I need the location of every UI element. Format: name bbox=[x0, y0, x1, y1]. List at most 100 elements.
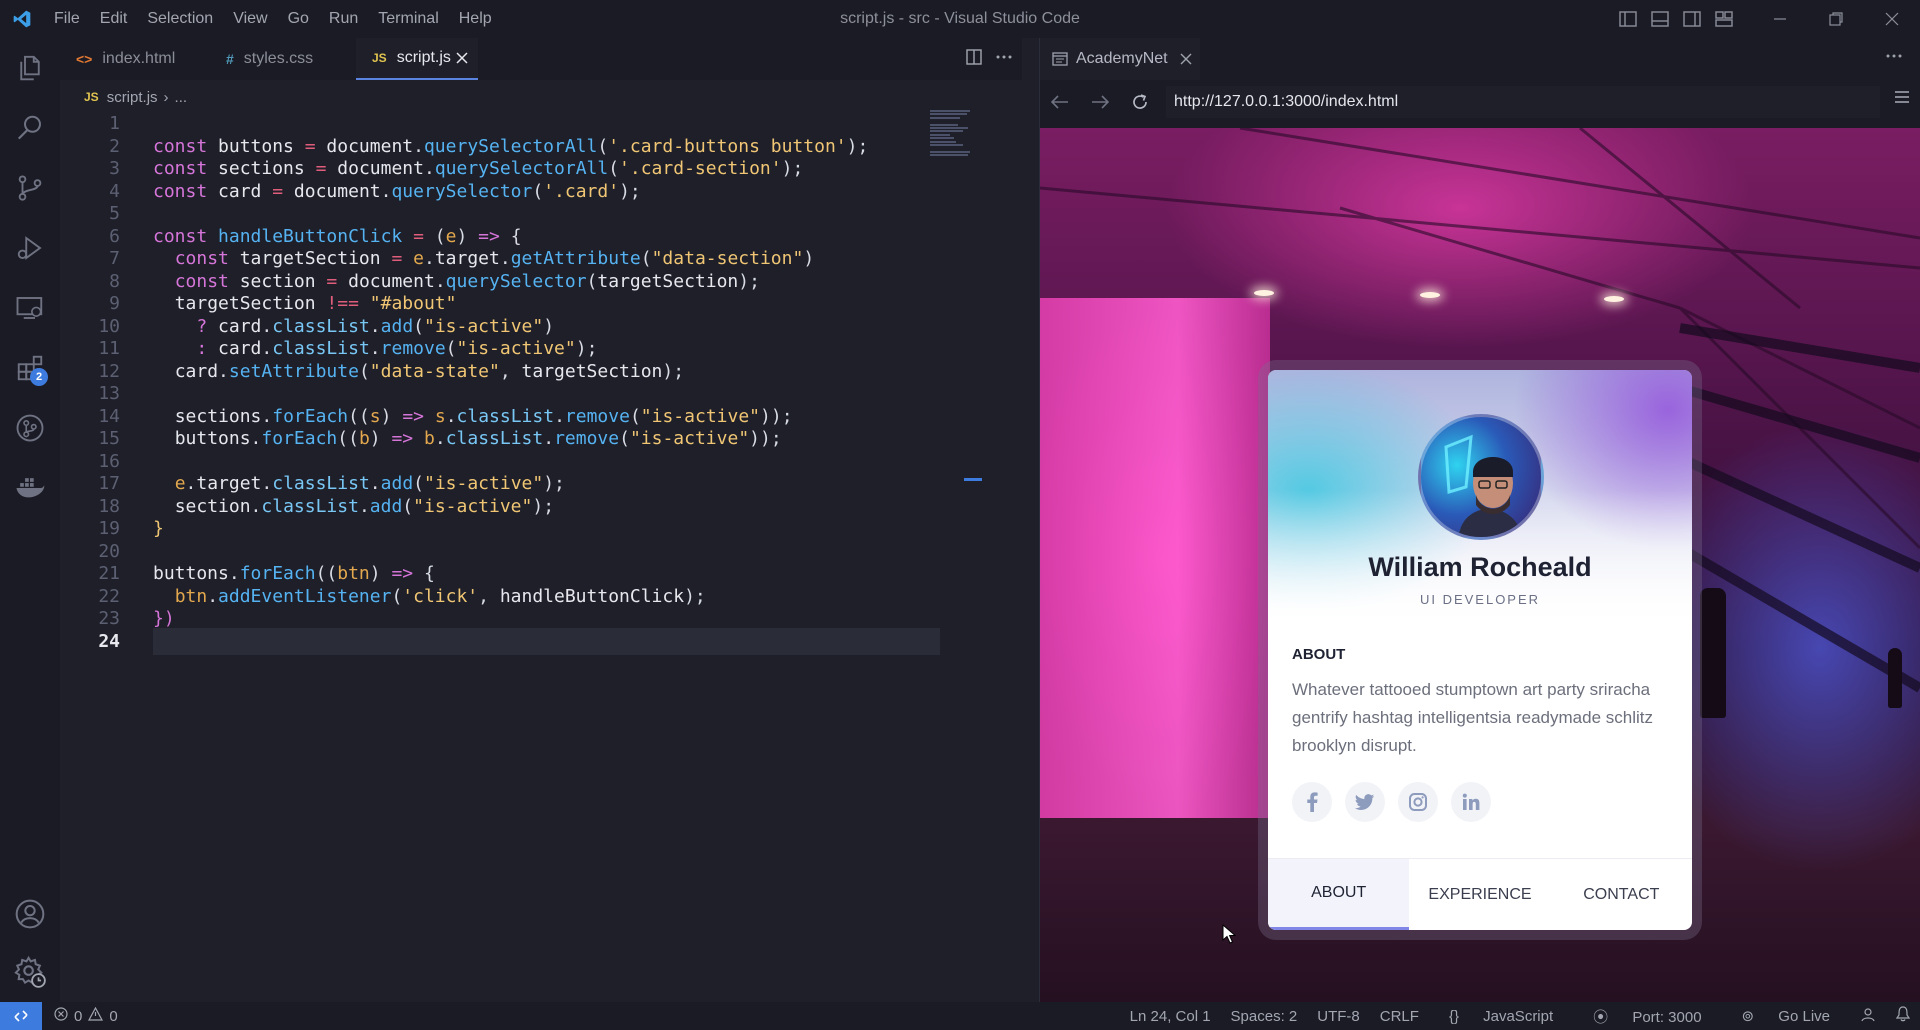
menu-run[interactable]: Run bbox=[319, 0, 368, 38]
docker-icon[interactable] bbox=[0, 458, 60, 518]
toggle-secondary-sidebar-icon[interactable] bbox=[1676, 0, 1708, 38]
back-arrow-icon[interactable] bbox=[1040, 95, 1080, 109]
instagram-icon[interactable] bbox=[1398, 782, 1438, 822]
braces-icon: {} bbox=[1448, 1007, 1464, 1025]
title-bar: File Edit Selection View Go Run Terminal… bbox=[0, 0, 1920, 38]
menu-terminal[interactable]: Terminal bbox=[368, 0, 448, 38]
minimap[interactable] bbox=[930, 110, 996, 157]
about-button[interactable]: ABOUT bbox=[1268, 859, 1410, 930]
css-file-icon: # bbox=[226, 51, 234, 67]
browser-tab-label: AcademyNet bbox=[1076, 50, 1168, 67]
antenna-icon: ⊚ bbox=[1741, 1008, 1759, 1025]
profile-card: William Rocheald UI DEVELOPER ABOUT What… bbox=[1268, 370, 1692, 930]
problems-indicator[interactable]: 0 0 bbox=[54, 1006, 118, 1025]
overview-ruler-marker bbox=[964, 478, 982, 481]
ceiling-light bbox=[1604, 296, 1624, 302]
status-right: Ln 24, Col 1 Spaces: 2 UTF-8 CRLF {} Jav… bbox=[1120, 1002, 1920, 1030]
menu-view[interactable]: View bbox=[223, 0, 277, 38]
experience-button[interactable]: EXPERIENCE bbox=[1409, 859, 1550, 930]
encoding[interactable]: UTF-8 bbox=[1307, 1008, 1370, 1025]
tab-label: index.html bbox=[102, 50, 176, 67]
extensions-icon[interactable]: 2 bbox=[0, 338, 60, 398]
avatar bbox=[1418, 414, 1544, 540]
settings-gear-icon[interactable] bbox=[0, 942, 60, 1002]
toggle-panel-icon[interactable] bbox=[1644, 0, 1676, 38]
close-window-icon[interactable] bbox=[1864, 0, 1920, 38]
cursor-position[interactable]: Ln 24, Col 1 bbox=[1120, 1008, 1221, 1025]
search-icon[interactable] bbox=[0, 98, 60, 158]
tab-label: script.js bbox=[396, 49, 451, 66]
explorer-icon[interactable] bbox=[0, 38, 60, 98]
minimize-icon[interactable] bbox=[1752, 0, 1808, 38]
git-graph-icon[interactable] bbox=[0, 398, 60, 458]
go-live-button[interactable]: ⊚ Go Live bbox=[1722, 1007, 1850, 1025]
split-editor-icon[interactable] bbox=[966, 48, 982, 70]
remote-explorer-icon[interactable] bbox=[0, 278, 60, 338]
twitter-icon[interactable] bbox=[1345, 782, 1385, 822]
menu-help[interactable]: Help bbox=[449, 0, 502, 38]
notifications-bell-icon[interactable] bbox=[1886, 1006, 1920, 1026]
customize-layout-icon[interactable] bbox=[1708, 0, 1740, 38]
tab-index-html[interactable]: <> index.html bbox=[60, 38, 176, 80]
accounts-icon[interactable] bbox=[0, 884, 60, 944]
remote-indicator-icon[interactable] bbox=[0, 1002, 42, 1030]
tab-label: styles.css bbox=[243, 50, 314, 67]
menu-go[interactable]: Go bbox=[278, 0, 319, 38]
breadcrumb-symbols[interactable]: ... bbox=[175, 89, 188, 106]
url-input[interactable]: http://127.0.0.1:3000/index.html bbox=[1166, 86, 1880, 118]
breadcrumb-file[interactable]: script.js bbox=[107, 89, 158, 106]
menu-file[interactable]: File bbox=[44, 0, 90, 38]
silhouette-person bbox=[1700, 588, 1726, 718]
menu-edit[interactable]: Edit bbox=[90, 0, 138, 38]
menu-selection[interactable]: Selection bbox=[137, 0, 223, 38]
code-line[interactable]: 24 bbox=[60, 627, 940, 655]
close-tab-icon[interactable] bbox=[1180, 53, 1192, 65]
social-links bbox=[1292, 782, 1491, 822]
restore-icon[interactable] bbox=[1808, 0, 1864, 38]
live-server-port[interactable]: ⦿ Port: 3000 bbox=[1573, 1006, 1721, 1027]
editor-splitter[interactable] bbox=[1022, 38, 1040, 1002]
card-frame: William Rocheald UI DEVELOPER ABOUT What… bbox=[1258, 360, 1702, 940]
toggle-sidebar-icon[interactable] bbox=[1612, 0, 1644, 38]
ceiling-light bbox=[1420, 292, 1440, 298]
go-live-label: Go Live bbox=[1778, 1008, 1830, 1025]
html-file-icon: <> bbox=[76, 51, 93, 67]
end-of-line[interactable]: CRLF bbox=[1370, 1008, 1429, 1025]
section-title: ABOUT bbox=[1292, 646, 1346, 663]
contact-button[interactable]: CONTACT bbox=[1551, 859, 1692, 930]
window-controls bbox=[1612, 0, 1920, 38]
code-editor[interactable]: 1 2 const buttons = document.querySelector… bbox=[60, 110, 1022, 990]
feedback-icon[interactable] bbox=[1850, 1006, 1886, 1026]
source-control-icon[interactable] bbox=[0, 158, 60, 218]
js-file-icon: JS bbox=[372, 51, 387, 65]
forward-arrow-icon[interactable] bbox=[1080, 95, 1120, 109]
indentation[interactable]: Spaces: 2 bbox=[1221, 1008, 1308, 1025]
editor-actions bbox=[966, 38, 1012, 80]
about-text: Whatever tattooed stumptown art party sr… bbox=[1292, 680, 1653, 755]
tab-browser[interactable]: AcademyNet bbox=[1040, 38, 1200, 80]
close-tab-icon[interactable] bbox=[456, 52, 468, 64]
reload-icon[interactable] bbox=[1120, 93, 1160, 111]
more-actions-icon[interactable] bbox=[996, 49, 1012, 70]
broadcast-icon: ⦿ bbox=[1593, 1008, 1613, 1026]
profile-role: UI DEVELOPER bbox=[1419, 592, 1541, 607]
extensions-badge: 2 bbox=[30, 368, 48, 386]
editor-group: <> index.html # styles.css JS script.js … bbox=[60, 38, 1022, 1002]
more-actions-icon[interactable] bbox=[1886, 48, 1902, 69]
run-debug-icon[interactable] bbox=[0, 218, 60, 278]
tab-script-js[interactable]: JS script.js bbox=[356, 38, 478, 80]
card-buttons: ABOUT EXPERIENCE CONTACT bbox=[1268, 858, 1692, 930]
facebook-icon[interactable] bbox=[1292, 782, 1332, 822]
warning-icon bbox=[88, 1006, 104, 1025]
line-number: 24 bbox=[98, 630, 120, 652]
tab-styles-css[interactable]: # styles.css bbox=[210, 38, 322, 80]
menu-icon[interactable] bbox=[1894, 90, 1910, 109]
menu-bar: File Edit Selection View Go Run Terminal… bbox=[44, 0, 502, 38]
language-label: JavaScript bbox=[1483, 1007, 1554, 1025]
page-viewport[interactable]: William Rocheald UI DEVELOPER ABOUT What… bbox=[1040, 128, 1920, 1002]
language-mode[interactable]: {} JavaScript bbox=[1429, 1008, 1573, 1025]
port-label: Port: 3000 bbox=[1632, 1008, 1702, 1026]
browser-toolbar: http://127.0.0.1:3000/index.html bbox=[1040, 84, 1920, 120]
linkedin-icon[interactable] bbox=[1451, 782, 1491, 822]
browser-tab-icon bbox=[1052, 52, 1068, 66]
